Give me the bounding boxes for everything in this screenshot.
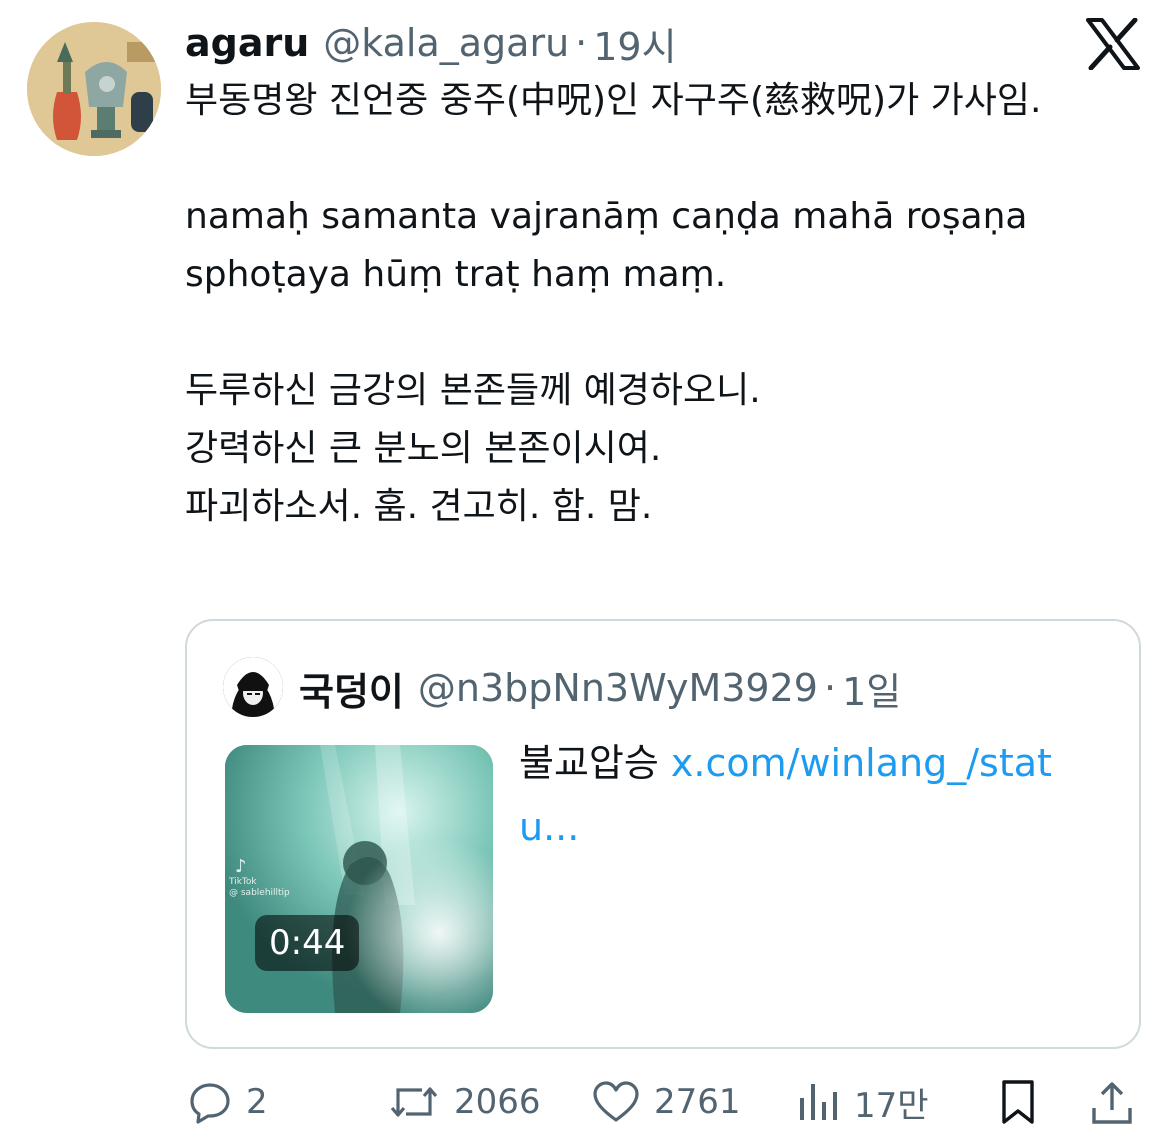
video-duration-badge: 0:44 bbox=[255, 915, 360, 971]
tiktok-icon: ♪ bbox=[235, 856, 247, 877]
repost-icon bbox=[390, 1087, 438, 1117]
views-count: 17만 bbox=[854, 1085, 929, 1126]
quoted-author-avatar[interactable] bbox=[223, 657, 283, 717]
reply-count: 2 bbox=[246, 1082, 268, 1122]
bookmark-icon bbox=[1002, 1080, 1034, 1124]
tiktok-watermark-brand: TikTok bbox=[229, 877, 257, 887]
quoted-author-handle[interactable]: @n3bpNn3WyM3929 bbox=[418, 666, 818, 710]
share-button[interactable] bbox=[1090, 1074, 1134, 1130]
x-logo-icon[interactable] bbox=[1086, 17, 1140, 71]
separator-dot: · bbox=[575, 21, 588, 65]
reply-icon bbox=[190, 1083, 230, 1124]
author-handle[interactable]: @kala_agaru bbox=[323, 21, 569, 65]
tweet-body-text: 부동명왕 진언중 중주(中呪)인 자구주(慈救呪)가 가사임. namaḥ sa… bbox=[185, 80, 1042, 527]
quoted-tweet-card[interactable]: 국덩이 @n3bpNn3WyM3929 · 1일 ♪ TikTok @ sabl… bbox=[185, 619, 1141, 1049]
quoted-author-name[interactable]: 국덩이 bbox=[299, 661, 404, 716]
quoted-text-body: 불교압승 bbox=[519, 741, 671, 785]
author-avatar[interactable] bbox=[27, 22, 161, 156]
like-button[interactable]: 2761 bbox=[592, 1074, 741, 1130]
tweet-action-bar: 2 2066 2761 17만 bbox=[0, 1074, 1170, 1130]
quoted-video-thumbnail[interactable]: ♪ TikTok @ sablehilltip 0:44 bbox=[225, 745, 493, 1013]
bookmark-button[interactable] bbox=[998, 1074, 1038, 1130]
heart-icon bbox=[593, 1081, 639, 1122]
quoted-tweet-text: 불교압승 x.com/winlang_/statu... bbox=[519, 731, 1099, 859]
tweet-timestamp[interactable]: 19시 bbox=[593, 16, 676, 71]
repost-button[interactable]: 2066 bbox=[388, 1074, 541, 1130]
share-icon bbox=[1092, 1082, 1132, 1124]
quoted-avatar-art bbox=[223, 657, 283, 717]
avatar-painting bbox=[27, 22, 161, 156]
views-chart-icon bbox=[800, 1084, 837, 1120]
tiktok-watermark: ♪ TikTok @ sablehilltip bbox=[229, 857, 290, 899]
repost-count: 2066 bbox=[454, 1082, 541, 1122]
author-name[interactable]: agaru bbox=[185, 21, 309, 65]
like-count: 2761 bbox=[654, 1082, 741, 1122]
tiktok-watermark-user: @ sablehilltip bbox=[229, 888, 290, 898]
quoted-tweet-header: 국덩이 @n3bpNn3WyM3929 · 1일 bbox=[299, 661, 901, 716]
views-button[interactable]: 17만 bbox=[796, 1074, 929, 1130]
reply-button[interactable]: 2 bbox=[188, 1074, 268, 1130]
quoted-timestamp[interactable]: 1일 bbox=[842, 661, 901, 716]
separator-dot: · bbox=[823, 666, 837, 710]
tweet-header: agaru @kala_agaru · 19시 bbox=[185, 16, 677, 71]
